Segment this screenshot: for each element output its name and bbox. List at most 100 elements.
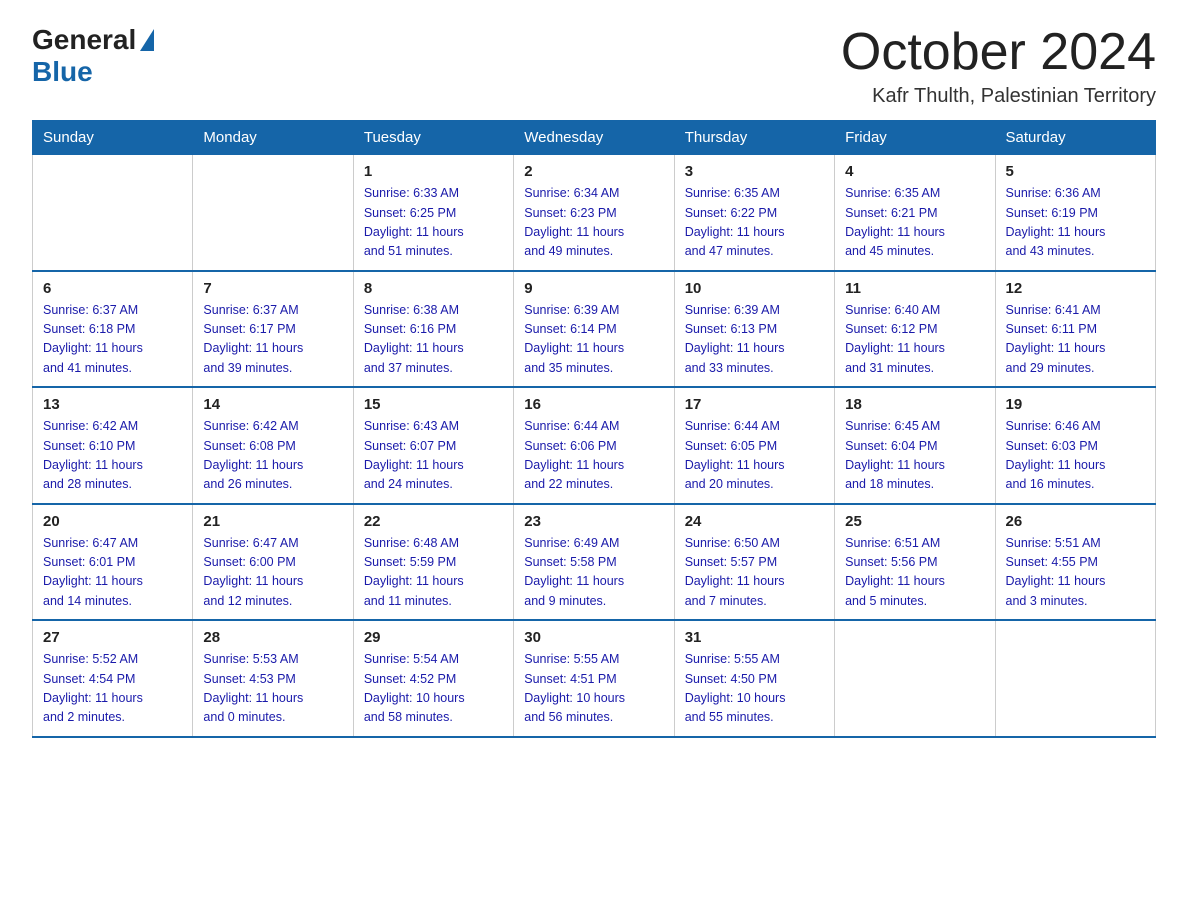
day-info: Sunrise: 6:42 AM Sunset: 6:10 PM Dayligh… <box>43 417 182 495</box>
calendar-cell: 26 Sunrise: 5:51 AM Sunset: 4:55 PM Dayli… <box>995 504 1155 621</box>
day-info: Sunrise: 5:53 AM Sunset: 4:53 PM Dayligh… <box>203 650 342 728</box>
week-row-1: 1Sunrise: 6:33 AM Sunset: 6:25 PM Daylig… <box>33 155 1156 271</box>
calendar-table: SundayMondayTuesdayWednesdayThursdayFrid… <box>32 120 1156 738</box>
day-info: Sunrise: 6:43 AM Sunset: 6:07 PM Dayligh… <box>364 417 503 495</box>
day-number: 15 <box>364 396 503 413</box>
calendar-cell <box>33 155 193 271</box>
day-info: Sunrise: 6:39 AM Sunset: 6:14 PM Dayligh… <box>524 301 663 379</box>
day-number: 10 <box>685 280 824 297</box>
week-row-5: 27 Sunrise: 5:52 AM Sunset: 4:54 PM Dayli… <box>33 620 1156 737</box>
column-header-saturday: Saturday <box>995 121 1155 155</box>
day-info: Sunrise: 6:41 AM Sunset: 6:11 PM Dayligh… <box>1006 301 1145 379</box>
column-header-wednesday: Wednesday <box>514 121 674 155</box>
day-info: Sunrise: 6:38 AM Sunset: 6:16 PM Dayligh… <box>364 301 503 379</box>
day-number: 14 <box>203 396 342 413</box>
day-number: 31 <box>685 629 824 646</box>
calendar-cell: 5 Sunrise: 6:36 AM Sunset: 6:19 PM Daylig… <box>995 155 1155 271</box>
calendar-cell: 19Sunrise: 6:46 AM Sunset: 6:03 PM Dayli… <box>995 387 1155 504</box>
week-row-4: 20 Sunrise: 6:47 AM Sunset: 6:01 PM Dayli… <box>33 504 1156 621</box>
day-number: 16 <box>524 396 663 413</box>
calendar-cell: 27 Sunrise: 5:52 AM Sunset: 4:54 PM Dayli… <box>33 620 193 737</box>
day-number: 4 <box>845 163 984 180</box>
day-info: Sunrise: 5:51 AM Sunset: 4:55 PM Dayligh… <box>1006 534 1145 612</box>
day-info: Sunrise: 5:54 AM Sunset: 4:52 PM Dayligh… <box>364 650 503 728</box>
day-number: 23 <box>524 513 663 530</box>
day-info: Sunrise: 6:35 AM Sunset: 6:21 PM Dayligh… <box>845 184 984 262</box>
day-number: 27 <box>43 629 182 646</box>
calendar-cell <box>193 155 353 271</box>
day-number: 1 <box>364 163 503 180</box>
logo-general: General <box>32 24 154 56</box>
day-info: Sunrise: 6:34 AM Sunset: 6:23 PM Dayligh… <box>524 184 663 262</box>
day-number: 7 <box>203 280 342 297</box>
column-header-friday: Friday <box>835 121 995 155</box>
logo-blue-text: Blue <box>32 56 93 88</box>
calendar-cell: 9 Sunrise: 6:39 AM Sunset: 6:14 PM Daylig… <box>514 271 674 388</box>
day-info: Sunrise: 6:35 AM Sunset: 6:22 PM Dayligh… <box>685 184 824 262</box>
calendar-cell: 14 Sunrise: 6:42 AM Sunset: 6:08 PM Dayli… <box>193 387 353 504</box>
day-info: Sunrise: 6:37 AM Sunset: 6:17 PM Dayligh… <box>203 301 342 379</box>
day-info: Sunrise: 6:49 AM Sunset: 5:58 PM Dayligh… <box>524 534 663 612</box>
day-number: 25 <box>845 513 984 530</box>
calendar-cell <box>995 620 1155 737</box>
day-info: Sunrise: 5:55 AM Sunset: 4:51 PM Dayligh… <box>524 650 663 728</box>
calendar-cell: 1Sunrise: 6:33 AM Sunset: 6:25 PM Daylig… <box>353 155 513 271</box>
day-number: 29 <box>364 629 503 646</box>
day-info: Sunrise: 6:50 AM Sunset: 5:57 PM Dayligh… <box>685 534 824 612</box>
logo: General Blue <box>32 24 154 88</box>
calendar-cell: 21 Sunrise: 6:47 AM Sunset: 6:00 PM Dayli… <box>193 504 353 621</box>
day-number: 28 <box>203 629 342 646</box>
calendar-cell <box>835 620 995 737</box>
day-info: Sunrise: 6:37 AM Sunset: 6:18 PM Dayligh… <box>43 301 182 379</box>
page-subtitle: Kafr Thulth, Palestinian Territory <box>841 85 1156 108</box>
header-row: SundayMondayTuesdayWednesdayThursdayFrid… <box>33 121 1156 155</box>
day-info: Sunrise: 6:48 AM Sunset: 5:59 PM Dayligh… <box>364 534 503 612</box>
page-header: General Blue October 2024 Kafr Thulth, P… <box>32 24 1156 108</box>
calendar-cell: 22 Sunrise: 6:48 AM Sunset: 5:59 PM Dayli… <box>353 504 513 621</box>
column-header-tuesday: Tuesday <box>353 121 513 155</box>
day-info: Sunrise: 6:40 AM Sunset: 6:12 PM Dayligh… <box>845 301 984 379</box>
day-info: Sunrise: 6:51 AM Sunset: 5:56 PM Dayligh… <box>845 534 984 612</box>
day-info: Sunrise: 6:36 AM Sunset: 6:19 PM Dayligh… <box>1006 184 1145 262</box>
day-number: 3 <box>685 163 824 180</box>
calendar-cell: 3 Sunrise: 6:35 AM Sunset: 6:22 PM Daylig… <box>674 155 834 271</box>
day-info: Sunrise: 6:42 AM Sunset: 6:08 PM Dayligh… <box>203 417 342 495</box>
day-info: Sunrise: 6:47 AM Sunset: 6:00 PM Dayligh… <box>203 534 342 612</box>
day-number: 8 <box>364 280 503 297</box>
day-number: 9 <box>524 280 663 297</box>
calendar-cell: 18Sunrise: 6:45 AM Sunset: 6:04 PM Dayli… <box>835 387 995 504</box>
day-number: 5 <box>1006 163 1145 180</box>
day-info: Sunrise: 6:44 AM Sunset: 6:06 PM Dayligh… <box>524 417 663 495</box>
page-title: October 2024 <box>841 24 1156 81</box>
day-info: Sunrise: 5:52 AM Sunset: 4:54 PM Dayligh… <box>43 650 182 728</box>
calendar-cell: 16 Sunrise: 6:44 AM Sunset: 6:06 PM Dayli… <box>514 387 674 504</box>
calendar-cell: 24 Sunrise: 6:50 AM Sunset: 5:57 PM Dayli… <box>674 504 834 621</box>
day-number: 20 <box>43 513 182 530</box>
calendar-cell: 25 Sunrise: 6:51 AM Sunset: 5:56 PM Dayli… <box>835 504 995 621</box>
day-number: 22 <box>364 513 503 530</box>
logo-general-text: General <box>32 24 136 56</box>
day-info: Sunrise: 6:46 AM Sunset: 6:03 PM Dayligh… <box>1006 417 1145 495</box>
logo-triangle-icon <box>140 29 154 51</box>
day-number: 11 <box>845 280 984 297</box>
day-number: 21 <box>203 513 342 530</box>
day-number: 13 <box>43 396 182 413</box>
calendar-cell: 31 Sunrise: 5:55 AM Sunset: 4:50 PM Dayli… <box>674 620 834 737</box>
calendar-cell: 12Sunrise: 6:41 AM Sunset: 6:11 PM Dayli… <box>995 271 1155 388</box>
week-row-3: 13 Sunrise: 6:42 AM Sunset: 6:10 PM Dayli… <box>33 387 1156 504</box>
day-number: 26 <box>1006 513 1145 530</box>
calendar-cell: 8 Sunrise: 6:38 AM Sunset: 6:16 PM Daylig… <box>353 271 513 388</box>
calendar-cell: 29 Sunrise: 5:54 AM Sunset: 4:52 PM Dayli… <box>353 620 513 737</box>
calendar-cell: 13 Sunrise: 6:42 AM Sunset: 6:10 PM Dayli… <box>33 387 193 504</box>
calendar-cell: 11 Sunrise: 6:40 AM Sunset: 6:12 PM Dayli… <box>835 271 995 388</box>
calendar-cell: 2 Sunrise: 6:34 AM Sunset: 6:23 PM Daylig… <box>514 155 674 271</box>
column-header-sunday: Sunday <box>33 121 193 155</box>
calendar-cell: 7 Sunrise: 6:37 AM Sunset: 6:17 PM Daylig… <box>193 271 353 388</box>
day-number: 24 <box>685 513 824 530</box>
day-number: 2 <box>524 163 663 180</box>
day-info: Sunrise: 6:47 AM Sunset: 6:01 PM Dayligh… <box>43 534 182 612</box>
column-header-thursday: Thursday <box>674 121 834 155</box>
day-info: Sunrise: 5:55 AM Sunset: 4:50 PM Dayligh… <box>685 650 824 728</box>
day-info: Sunrise: 6:45 AM Sunset: 6:04 PM Dayligh… <box>845 417 984 495</box>
week-row-2: 6Sunrise: 6:37 AM Sunset: 6:18 PM Daylig… <box>33 271 1156 388</box>
